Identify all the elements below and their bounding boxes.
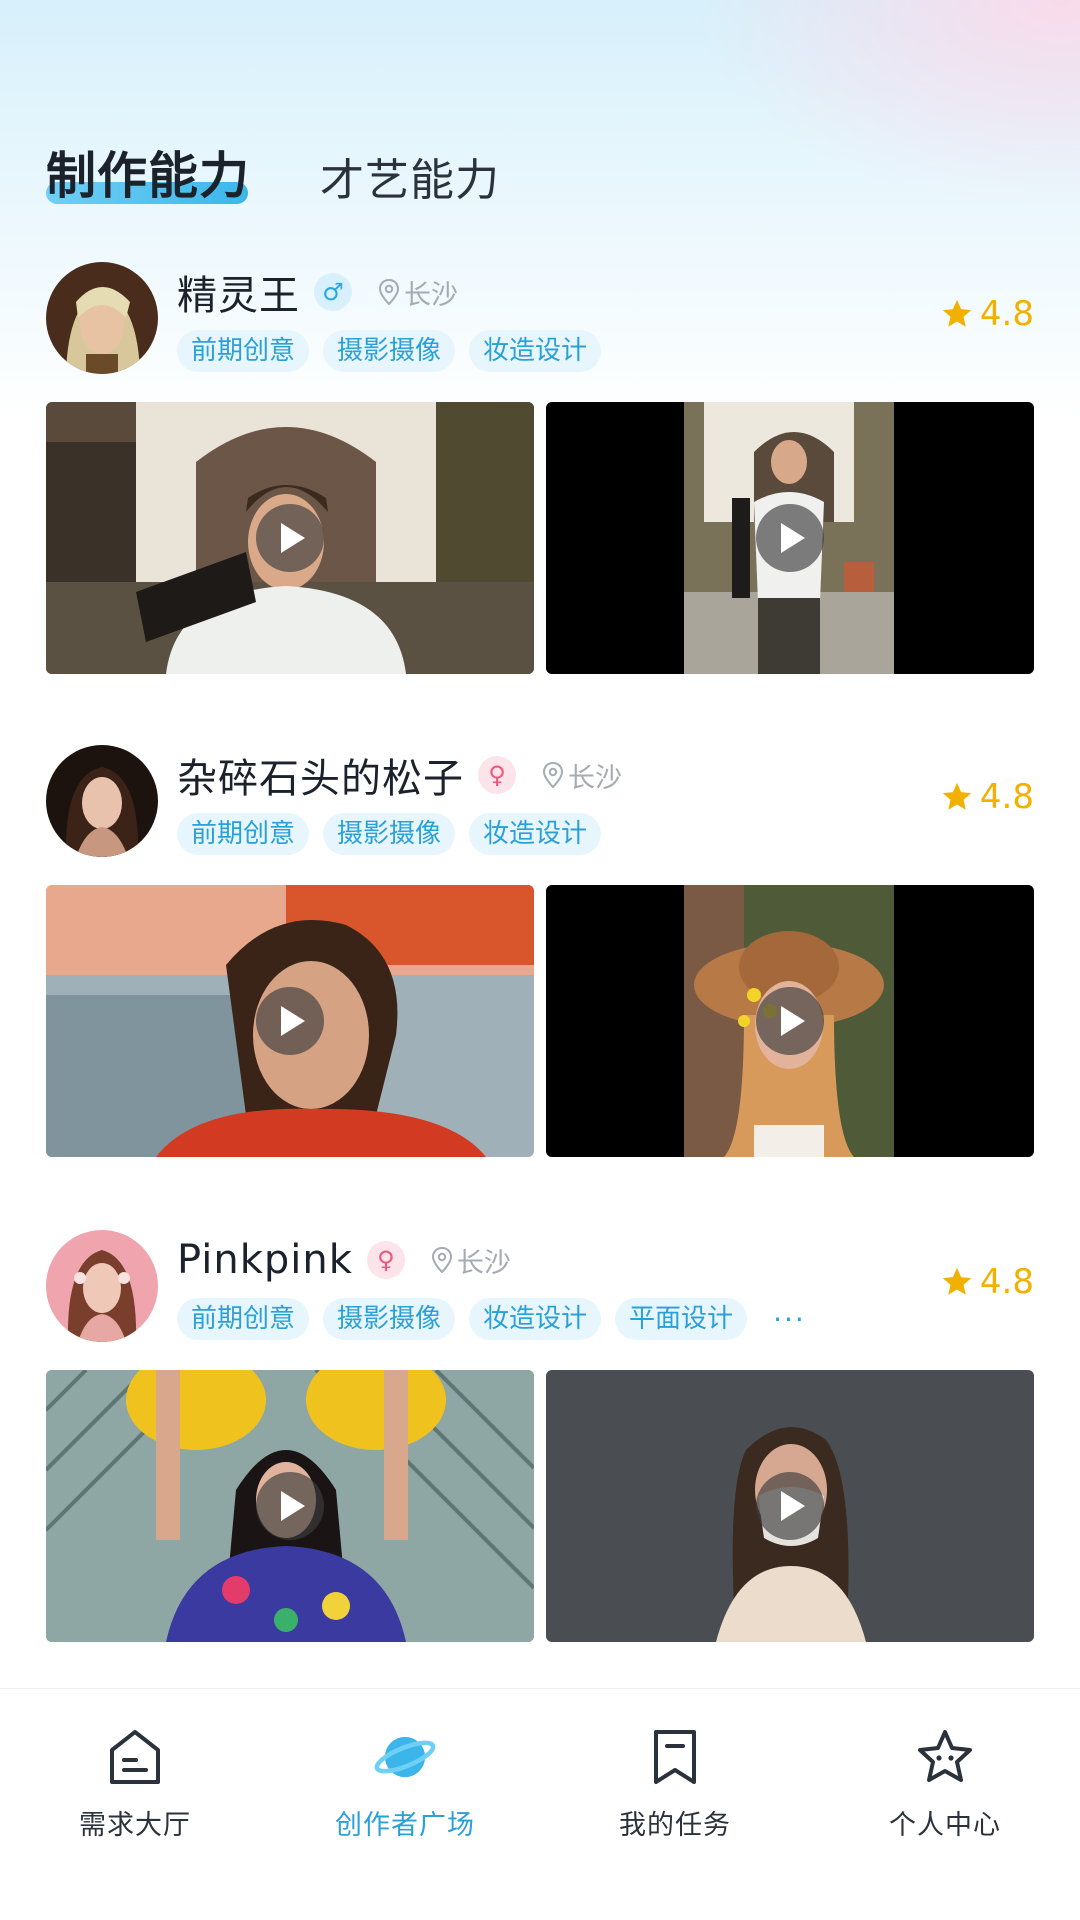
- star-face-icon: [913, 1725, 977, 1789]
- rating-value: 4.8: [979, 777, 1034, 817]
- skill-tags: 前期创意 摄影摄像 妆造设计 平面设计 ···: [177, 1298, 806, 1340]
- location: 长沙: [431, 1241, 511, 1280]
- location-pin-icon: [378, 279, 400, 305]
- rating: 4.8: [940, 777, 1034, 817]
- rating: 4.8: [940, 294, 1034, 334]
- creator-name-row: Pinkpink ♀ 长沙: [177, 1230, 511, 1290]
- avatar[interactable]: [46, 745, 158, 857]
- ability-tabs: 制作能力 才艺能力: [46, 128, 570, 208]
- location-pin-icon: [542, 762, 564, 788]
- creator-name-row: 杂碎石头的松子 ♀ 长沙: [177, 745, 622, 805]
- star-icon: [942, 782, 972, 810]
- play-icon[interactable]: [756, 987, 824, 1055]
- location-text: 长沙: [568, 762, 622, 794]
- tab-talent-ability[interactable]: 才艺能力: [320, 144, 500, 208]
- portfolio-videos: [46, 1370, 1034, 1642]
- skill-tag: 妆造设计: [469, 1298, 602, 1340]
- star-icon: [942, 299, 972, 327]
- skill-tags: 前期创意 摄影摄像 妆造设计: [177, 813, 615, 855]
- more-tags-button[interactable]: ···: [773, 1303, 806, 1336]
- female-icon: ♀: [366, 1241, 405, 1279]
- portfolio-videos: [46, 885, 1034, 1157]
- avatar[interactable]: [46, 262, 158, 374]
- play-icon[interactable]: [756, 1472, 824, 1540]
- portfolio-video[interactable]: [546, 1370, 1034, 1642]
- portfolio-videos: [46, 402, 1034, 674]
- nav-label: 我的任务: [619, 1810, 731, 1841]
- skill-tag: 摄影摄像: [323, 1298, 456, 1340]
- rating: 4.8: [940, 1262, 1034, 1302]
- bookmark-icon: [643, 1725, 707, 1789]
- home-icon: [103, 1725, 167, 1789]
- play-icon[interactable]: [756, 504, 824, 572]
- planet-icon: [373, 1725, 437, 1789]
- play-icon[interactable]: [256, 1472, 324, 1540]
- male-icon: ♂: [314, 273, 352, 311]
- nav-item-creator-square[interactable]: 创作者广场: [270, 1689, 540, 1920]
- creator-name-row: 精灵王 ♂ 长沙: [177, 262, 458, 322]
- portfolio-video[interactable]: [46, 1370, 534, 1642]
- avatar[interactable]: [46, 1230, 158, 1342]
- play-icon[interactable]: [256, 504, 324, 572]
- creator-name: 精灵王: [177, 273, 300, 319]
- nav-item-personal-center[interactable]: 个人中心: [810, 1689, 1080, 1920]
- bottom-navigation: 需求大厅 创作者广场 我的任务 个人中心: [0, 1688, 1080, 1920]
- nav-label: 创作者广场: [335, 1810, 475, 1841]
- skill-tag: 前期创意: [177, 330, 310, 372]
- skill-tag: 前期创意: [177, 813, 310, 855]
- creator-name: 杂碎石头的松子: [177, 756, 464, 802]
- nav-item-demand-hall[interactable]: 需求大厅: [0, 1689, 270, 1920]
- nav-label: 个人中心: [889, 1810, 1001, 1841]
- portfolio-video[interactable]: [46, 402, 534, 674]
- tab-production-ability[interactable]: 制作能力: [46, 136, 250, 208]
- tab-label: 制作能力: [46, 147, 250, 205]
- location-pin-icon: [431, 1247, 452, 1273]
- portfolio-video[interactable]: [546, 885, 1034, 1157]
- location: 长沙: [542, 756, 622, 795]
- skill-tag: 妆造设计: [469, 330, 602, 372]
- location-text: 长沙: [456, 1247, 511, 1279]
- portfolio-video[interactable]: [546, 402, 1034, 674]
- skill-tag: 前期创意: [177, 1298, 310, 1340]
- skill-tag: 摄影摄像: [323, 330, 456, 372]
- nav-item-my-tasks[interactable]: 我的任务: [540, 1689, 810, 1920]
- location-text: 长沙: [404, 279, 458, 311]
- nav-label: 需求大厅: [79, 1810, 191, 1841]
- skill-tag: 摄影摄像: [323, 813, 456, 855]
- female-icon: ♀: [478, 756, 516, 794]
- creator-name: Pinkpink: [177, 1237, 353, 1283]
- location: 长沙: [378, 273, 458, 312]
- skill-tags: 前期创意 摄影摄像 妆造设计: [177, 330, 615, 372]
- portfolio-video[interactable]: [46, 885, 534, 1157]
- star-icon: [942, 1267, 972, 1295]
- skill-tag: 平面设计: [615, 1298, 748, 1340]
- play-icon[interactable]: [256, 987, 324, 1055]
- rating-value: 4.8: [979, 1262, 1034, 1302]
- skill-tag: 妆造设计: [469, 813, 602, 855]
- tab-label: 才艺能力: [320, 155, 500, 206]
- rating-value: 4.8: [979, 294, 1034, 334]
